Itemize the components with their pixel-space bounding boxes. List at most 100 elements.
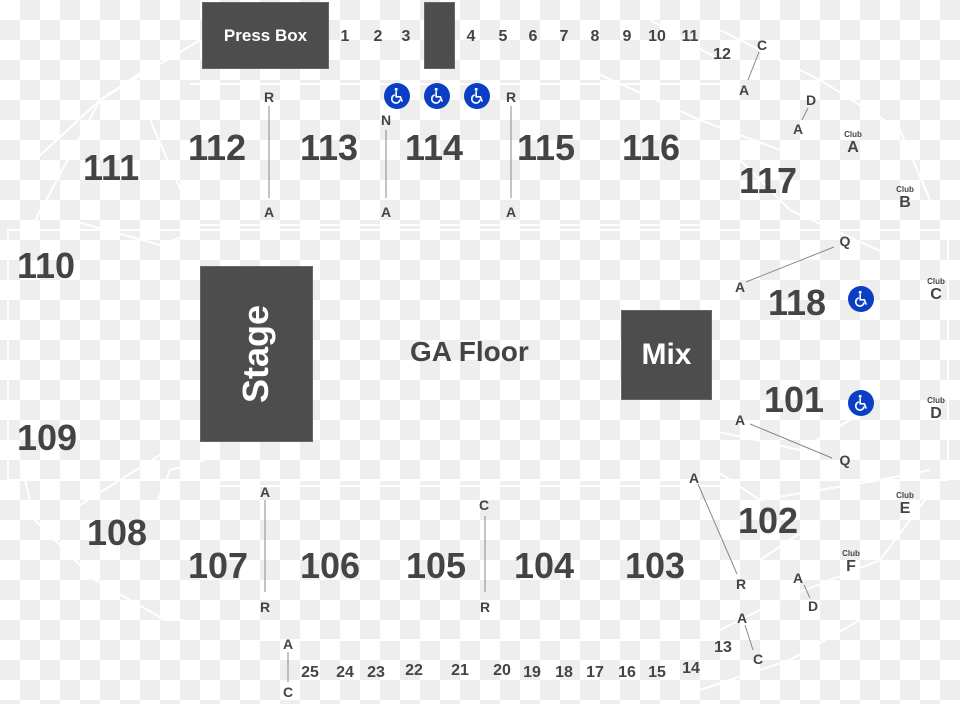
row-line-102 (803, 584, 811, 599)
box-11[interactable]: 11 (682, 29, 699, 45)
box-12[interactable]: 12 (713, 47, 731, 63)
row-label: R (479, 599, 491, 615)
section-108[interactable]: 108 (87, 515, 147, 551)
box-13[interactable]: 13 (714, 640, 732, 656)
row-label: R (263, 89, 275, 105)
section-111[interactable]: 111 (83, 150, 139, 186)
box-25[interactable]: 25 (301, 665, 319, 681)
section-104[interactable]: 104 (514, 548, 574, 584)
section-118[interactable]: 118 (768, 285, 826, 321)
club-label: Club (842, 549, 860, 558)
box-5[interactable]: 5 (499, 29, 508, 45)
row-label: A (736, 610, 748, 626)
press-box[interactable]: Press Box (202, 2, 329, 69)
club-label: Club (896, 491, 914, 500)
section-105[interactable]: 105 (406, 548, 466, 584)
club-b[interactable]: Club B (896, 185, 914, 212)
club-label: Club (927, 277, 945, 286)
box-21[interactable]: 21 (451, 663, 469, 679)
row-label: A (792, 121, 804, 137)
box-23[interactable]: 23 (367, 665, 385, 681)
ga-floor-label[interactable]: GA Floor (410, 336, 529, 368)
box-9[interactable]: 9 (623, 29, 632, 45)
row-label: A (380, 204, 392, 220)
club-c[interactable]: Club C (927, 277, 945, 304)
box-2[interactable]: 2 (374, 29, 383, 45)
row-label: C (478, 497, 490, 513)
camera-platform (424, 2, 455, 69)
box-10[interactable]: 10 (648, 29, 666, 45)
club-letter: D (930, 405, 942, 422)
row-label: C (756, 37, 768, 53)
outline-line (147, 114, 186, 201)
row-line-118 (745, 246, 835, 283)
club-e[interactable]: Club E (896, 491, 914, 518)
box-20[interactable]: 20 (493, 663, 511, 679)
row-label: D (807, 598, 819, 614)
row-label: R (735, 576, 747, 592)
outline-line (149, 459, 206, 521)
row-label: D (805, 92, 817, 108)
outline-line (29, 44, 181, 231)
row-label: A (792, 570, 804, 586)
row-label: R (505, 89, 517, 105)
section-117[interactable]: 117 (739, 163, 797, 199)
box-22[interactable]: 22 (405, 663, 423, 679)
outline-line (34, 39, 201, 161)
row-label: A (505, 204, 517, 220)
outline-line (709, 419, 851, 452)
box-3[interactable]: 3 (402, 29, 411, 45)
section-109[interactable]: 109 (17, 420, 77, 456)
section-115[interactable]: 115 (517, 130, 575, 166)
section-116[interactable]: 116 (622, 130, 680, 166)
row-label: C (752, 651, 764, 667)
box-16[interactable]: 16 (618, 665, 636, 681)
club-letter: F (846, 558, 856, 575)
row-line-12 (747, 51, 760, 81)
box-8[interactable]: 8 (591, 29, 600, 45)
wheelchair-icon (424, 83, 450, 109)
club-label: Club (927, 396, 945, 405)
club-letter: A (847, 139, 859, 156)
row-label: A (688, 470, 700, 486)
box-7[interactable]: 7 (560, 29, 569, 45)
mix-label: Mix (641, 338, 692, 371)
press-box-label: Press Box (223, 25, 308, 45)
row-label: A (738, 82, 750, 98)
section-110[interactable]: 110 (17, 248, 75, 284)
section-103[interactable]: 103 (625, 548, 685, 584)
club-label: Club (844, 130, 862, 139)
outline-line (69, 219, 201, 247)
wheelchair-icon (848, 286, 874, 312)
section-102[interactable]: 102 (738, 503, 798, 539)
club-d[interactable]: Club D (927, 396, 945, 423)
row-line-103 (697, 483, 738, 575)
club-f[interactable]: Club F (842, 549, 860, 576)
row-line-117 (801, 107, 809, 121)
box-14[interactable]: 14 (682, 661, 700, 677)
box-6[interactable]: 6 (529, 29, 538, 45)
box-1[interactable]: 1 (341, 29, 350, 45)
box-4[interactable]: 4 (467, 29, 476, 45)
club-letter: E (899, 500, 911, 517)
section-107[interactable]: 107 (188, 548, 248, 584)
box-15[interactable]: 15 (648, 665, 666, 681)
box-19[interactable]: 19 (523, 665, 541, 681)
section-106[interactable]: 106 (300, 548, 360, 584)
box-24[interactable]: 24 (336, 665, 354, 681)
section-114[interactable]: 114 (405, 130, 463, 166)
wheelchair-icon (384, 83, 410, 109)
section-101[interactable]: 101 (764, 382, 824, 418)
box-17[interactable]: 17 (586, 665, 604, 681)
row-line-13 (744, 624, 754, 651)
box-18[interactable]: 18 (555, 665, 573, 681)
section-113[interactable]: 113 (300, 130, 358, 166)
section-112[interactable]: 112 (188, 130, 246, 166)
row-label: Q (839, 452, 851, 468)
club-letter: B (899, 194, 911, 211)
row-label: R (259, 599, 271, 615)
row-label: A (734, 279, 746, 295)
club-a[interactable]: Club A (844, 130, 862, 157)
row-line-101 (749, 423, 833, 459)
club-letter: C (930, 286, 942, 303)
